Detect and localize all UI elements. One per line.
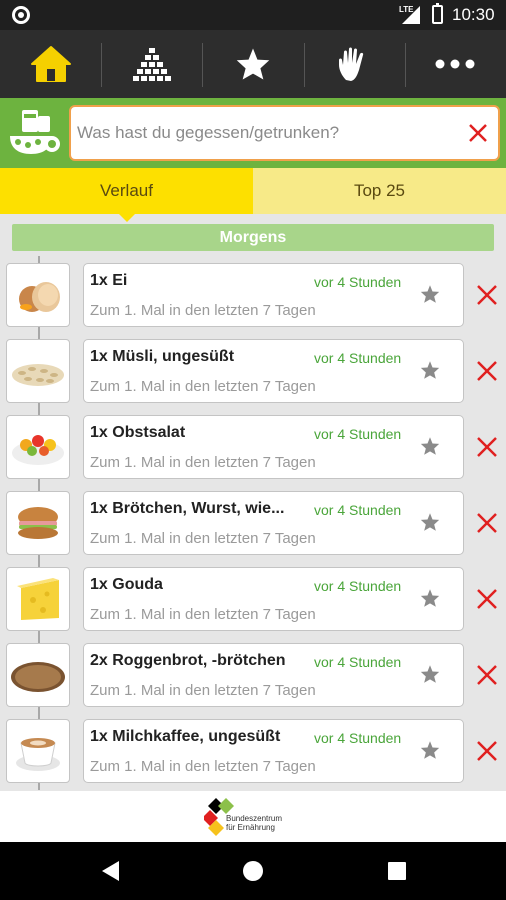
close-icon[interactable] [466, 121, 490, 145]
fruit-salad-image [6, 415, 70, 479]
tab-top-25[interactable]: Top 25 [253, 168, 506, 214]
entry-card[interactable]: 1x Obstsalat vor 4 Stunden Zum 1. Mal in… [83, 415, 464, 479]
star-icon[interactable] [420, 360, 440, 380]
logo-line-2: für Ernährung [226, 823, 275, 832]
list-item: 1x Milchkaffee, ungesüßt vor 4 Stunden Z… [0, 719, 506, 785]
food-logo-icon [10, 110, 60, 154]
entry-name: 1x Obstsalat [90, 424, 186, 441]
entry-time: vor 4 Stunden [314, 274, 402, 290]
entry-name: 1x Müsli, ungesüßt [90, 348, 235, 365]
status-time: 10:30 [452, 5, 495, 24]
entry-card[interactable]: 1x Müsli, ungesüßt vor 4 Stunden Zum 1. … [83, 339, 464, 403]
logo-line-1: Bundeszentrum [226, 814, 283, 823]
entry-time: vor 4 Stunden [314, 578, 402, 594]
entry-time: vor 4 Stunden [314, 502, 402, 518]
bread-image [6, 643, 70, 707]
star-icon[interactable] [420, 740, 440, 760]
entry-subtitle: Zum 1. Mal in den letzten 7 Tagen [90, 606, 316, 623]
entry-subtitle: Zum 1. Mal in den letzten 7 Tagen [90, 758, 316, 775]
nav-more[interactable] [404, 30, 506, 98]
tab-bar: Verlauf Top 25 [0, 168, 506, 222]
home-button-icon[interactable] [241, 859, 265, 883]
network-label: LTE [399, 5, 414, 14]
list-item: 2x Roggenbrot, -brötchen vor 4 Stunden Z… [0, 643, 506, 709]
home-icon [30, 46, 71, 82]
star-icon[interactable] [420, 512, 440, 532]
back-icon[interactable] [99, 859, 123, 883]
delete-icon[interactable] [476, 740, 498, 762]
list-item: 1x Gouda vor 4 Stunden Zum 1. Mal in den… [0, 567, 506, 633]
status-bar: LTE 10:30 [0, 0, 506, 30]
notification-dot-icon [12, 6, 30, 24]
entry-card[interactable]: 2x Roggenbrot, -brötchen vor 4 Stunden Z… [83, 643, 464, 707]
entry-name: 2x Roggenbrot, -brötchen [90, 652, 286, 669]
battery-icon [432, 3, 443, 24]
logo-text: Bundeszentrum für Ernährung [226, 814, 282, 832]
entry-name: 1x Gouda [90, 576, 163, 593]
list-item: 1x Ei vor 4 Stunden Zum 1. Mal in den le… [0, 263, 506, 329]
entry-card[interactable]: 1x Gouda vor 4 Stunden Zum 1. Mal in den… [83, 567, 464, 631]
more-icon [435, 59, 475, 69]
search-field[interactable] [69, 105, 500, 161]
star-icon [236, 48, 270, 80]
search-input[interactable] [77, 107, 457, 159]
entry-subtitle: Zum 1. Mal in den letzten 7 Tagen [90, 378, 316, 395]
star-icon[interactable] [420, 284, 440, 304]
nav-favorites[interactable] [202, 30, 303, 98]
entry-card[interactable]: 1x Brötchen, Wurst, wie... vor 4 Stunden… [83, 491, 464, 555]
entry-subtitle: Zum 1. Mal in den letzten 7 Tagen [90, 530, 316, 547]
recents-icon[interactable] [385, 859, 409, 883]
tab-verlauf[interactable]: Verlauf [0, 168, 253, 222]
nav-pyramid[interactable] [101, 30, 202, 98]
entry-card[interactable]: 1x Ei vor 4 Stunden Zum 1. Mal in den le… [83, 263, 464, 327]
star-icon[interactable] [420, 664, 440, 684]
egg-image [6, 263, 70, 327]
star-icon[interactable] [420, 436, 440, 456]
entry-card[interactable]: 1x Milchkaffee, ungesüßt vor 4 Stunden Z… [83, 719, 464, 783]
footer: Bundeszentrum für Ernährung [0, 791, 506, 842]
delete-icon[interactable] [476, 284, 498, 306]
list-item: 1x Müsli, ungesüßt vor 4 Stunden Zum 1. … [0, 339, 506, 405]
entry-subtitle: Zum 1. Mal in den letzten 7 Tagen [90, 682, 316, 699]
delete-icon[interactable] [476, 664, 498, 686]
delete-icon[interactable] [476, 436, 498, 458]
delete-icon[interactable] [476, 588, 498, 610]
delete-icon[interactable] [476, 512, 498, 534]
nav-home[interactable] [0, 30, 101, 98]
entry-time: vor 4 Stunden [314, 654, 402, 670]
cheese-image [6, 567, 70, 631]
list-item: 1x Brötchen, Wurst, wie... vor 4 Stunden… [0, 491, 506, 557]
entry-time: vor 4 Stunden [314, 350, 402, 366]
entry-name: 1x Milchkaffee, ungesüßt [90, 728, 281, 745]
nav-hand[interactable] [303, 30, 405, 98]
entry-name: 1x Brötchen, Wurst, wie... [90, 500, 285, 517]
delete-icon[interactable] [476, 360, 498, 382]
section-header: Morgens [12, 224, 494, 251]
list-item: 1x Obstsalat vor 4 Stunden Zum 1. Mal in… [0, 415, 506, 481]
search-bar [0, 98, 506, 168]
entry-time: vor 4 Stunden [314, 426, 402, 442]
entry-time: vor 4 Stunden [314, 730, 402, 746]
muesli-image [6, 339, 70, 403]
star-icon[interactable] [420, 588, 440, 608]
system-nav-bar [0, 842, 506, 900]
top-nav [0, 30, 506, 98]
hand-icon [339, 47, 364, 81]
entry-subtitle: Zum 1. Mal in den letzten 7 Tagen [90, 302, 316, 319]
sandwich-image [6, 491, 70, 555]
coffee-image [6, 719, 70, 783]
entry-subtitle: Zum 1. Mal in den letzten 7 Tagen [90, 454, 316, 471]
pyramid-icon [132, 48, 171, 81]
entry-name: 1x Ei [90, 272, 128, 289]
